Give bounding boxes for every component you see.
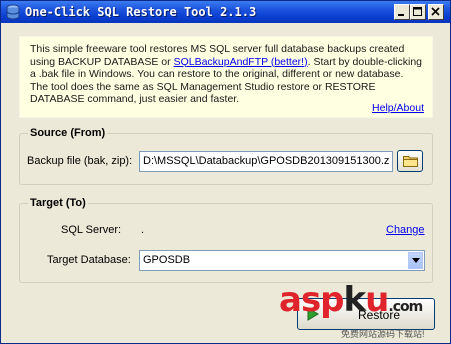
change-server-link[interactable]: Change bbox=[386, 224, 425, 236]
title-bar[interactable]: One-Click SQL Restore Tool 2.1.3 bbox=[1, 1, 450, 23]
backup-file-input[interactable]: D:\MSSQL\Databackup\GPOSDB201309151300.z bbox=[139, 151, 393, 172]
window-title: One-Click SQL Restore Tool 2.1.3 bbox=[25, 5, 257, 19]
folder-icon bbox=[403, 156, 418, 167]
chevron-down-icon bbox=[412, 258, 420, 263]
description-panel: This simple freeware tool restores MS SQ… bbox=[19, 36, 433, 118]
restore-button[interactable]: Restore bbox=[297, 298, 435, 330]
main-window: One-Click SQL Restore Tool 2.1.3 This si… bbox=[0, 0, 451, 344]
maximize-icon bbox=[413, 7, 422, 16]
source-group-title: Source (From) bbox=[28, 127, 108, 139]
app-icon bbox=[6, 4, 20, 20]
target-database-value: GPOSDB bbox=[143, 254, 191, 266]
restore-button-label: Restore bbox=[358, 308, 401, 322]
target-group: Target (To) SQL Server: . Change Target … bbox=[19, 197, 433, 283]
sqlbackupandftp-link[interactable]: SQLBackupAndFTP (better!) bbox=[174, 56, 308, 68]
source-group: Source (From) Backup file (bak, zip): D:… bbox=[19, 127, 433, 185]
sql-server-label: SQL Server: bbox=[61, 224, 122, 236]
close-icon bbox=[431, 7, 440, 16]
target-database-select[interactable]: GPOSDB bbox=[139, 250, 425, 271]
dropdown-arrow-button[interactable] bbox=[408, 252, 423, 269]
close-button[interactable] bbox=[428, 4, 444, 20]
browse-button[interactable] bbox=[397, 150, 423, 172]
target-database-label: Target Database: bbox=[47, 254, 131, 266]
maximize-button[interactable] bbox=[410, 4, 426, 20]
play-icon bbox=[307, 307, 319, 321]
sql-server-value: . bbox=[141, 224, 145, 236]
backup-file-label: Backup file (bak, zip): bbox=[27, 155, 133, 167]
minimize-icon bbox=[398, 14, 404, 16]
help-about-link[interactable]: Help/About bbox=[372, 102, 424, 115]
minimize-button[interactable] bbox=[394, 4, 410, 20]
target-group-title: Target (To) bbox=[28, 197, 88, 209]
